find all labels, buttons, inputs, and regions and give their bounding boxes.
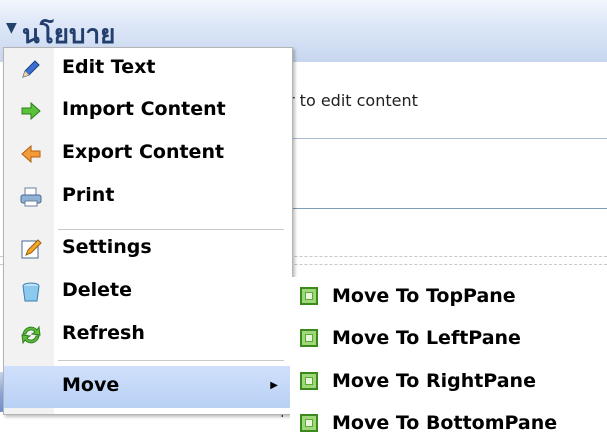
pencil-icon (20, 58, 42, 80)
menu-separator (58, 360, 284, 361)
menu-item-refresh[interactable]: Refresh (4, 314, 292, 356)
context-menu: Edit Text Import Content Export Content … (3, 47, 293, 415)
printer-icon (20, 186, 42, 208)
arrow-left-icon (20, 143, 42, 165)
submenu-item-move-to-leftpane[interactable]: Move To LeftPane (290, 319, 607, 361)
menu-item-settings[interactable]: Settings (4, 228, 292, 270)
submenu-item-move-to-rightpane[interactable]: Move To RightPane (290, 362, 607, 404)
menu-item-print[interactable]: Print (4, 176, 292, 218)
collapse-icon[interactable]: ▼ (6, 20, 17, 36)
menu-item-import-content[interactable]: Import Content (4, 90, 292, 132)
trash-icon (20, 281, 42, 303)
pane-icon (300, 372, 318, 390)
arrow-right-icon (20, 100, 42, 122)
edit-hint-text: r to edit content (288, 91, 418, 110)
submenu-item-move-to-bottompane[interactable]: Move To BottomPane (290, 404, 607, 446)
move-submenu: Move To TopPane Move To LeftPane Move To… (290, 277, 607, 445)
pane-icon (300, 414, 318, 432)
pane-icon (300, 287, 318, 305)
pane-icon (300, 329, 318, 347)
menu-item-move[interactable]: Move ▶ (4, 366, 292, 408)
menu-item-delete[interactable]: Delete (4, 271, 292, 313)
menu-item-edit-text[interactable]: Edit Text (4, 48, 292, 90)
submenu-item-move-to-toppane[interactable]: Move To TopPane (290, 277, 607, 319)
refresh-icon (20, 324, 42, 346)
settings-icon (20, 238, 42, 260)
menu-item-export-content[interactable]: Export Content (4, 133, 292, 175)
submenu-arrow-icon: ▶ (270, 380, 278, 391)
